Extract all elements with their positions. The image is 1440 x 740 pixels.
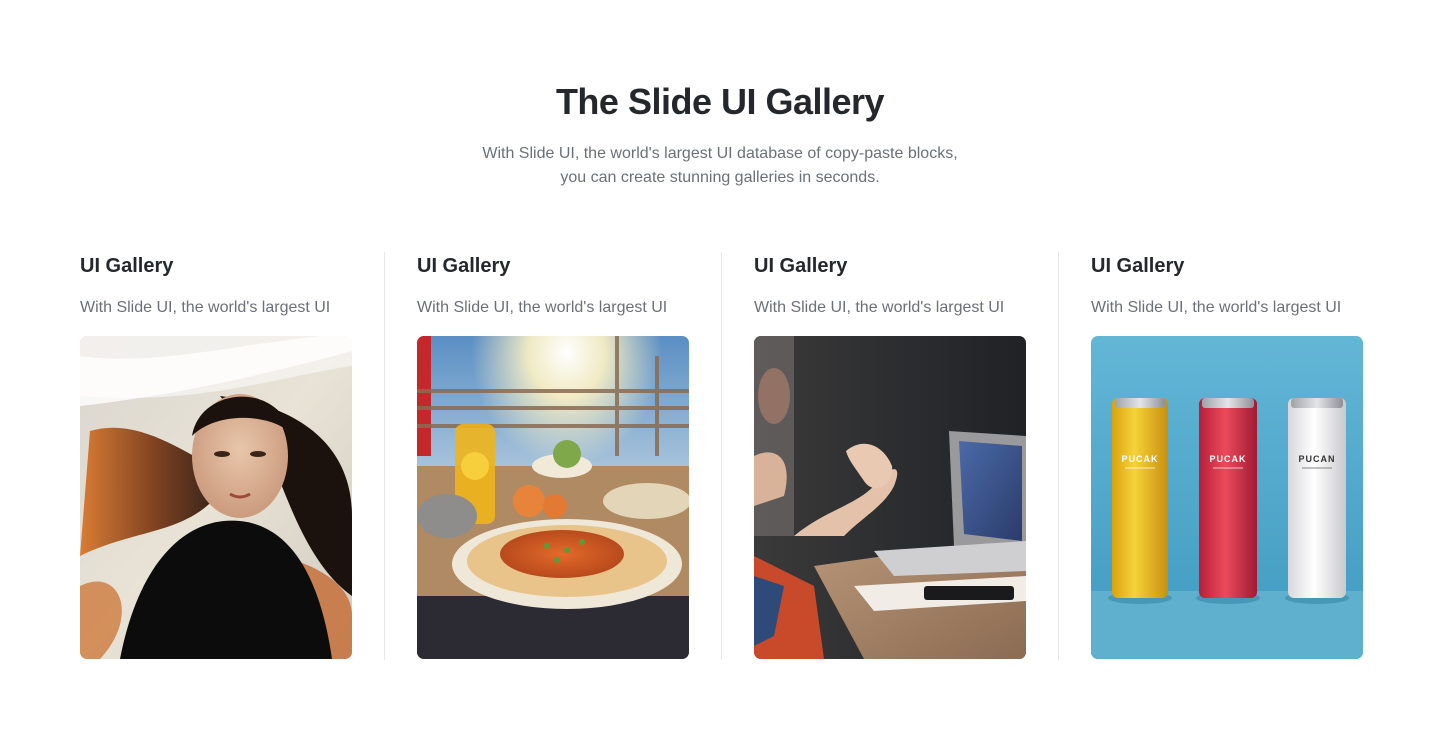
card-description: With Slide UI, the world's largest UI: [754, 299, 1005, 316]
card-description: With Slide UI, the world's largest UI: [80, 299, 331, 316]
card-image-cans[interactable]: PUCAK PUCAK PUCAN: [1091, 336, 1363, 659]
food-image: [417, 336, 689, 659]
page-subtitle: With Slide UI, the world's largest UI da…: [0, 142, 1440, 190]
gallery-card: UI Gallery With Slide UI, the world's la…: [721, 252, 1058, 660]
gallery-header: The Slide UI Gallery With Slide UI, the …: [0, 80, 1440, 190]
card-image-meeting[interactable]: [754, 336, 1026, 659]
card-image-portrait[interactable]: [80, 336, 352, 659]
card-title: UI Gallery: [1091, 255, 1185, 277]
can-label-white: PUCAN: [1298, 454, 1335, 464]
gallery-grid: UI Gallery With Slide UI, the world's la…: [48, 252, 1392, 660]
card-image-food[interactable]: [417, 336, 689, 659]
page-title: The Slide UI Gallery: [555, 81, 885, 122]
can-label-red: PUCAK: [1209, 454, 1246, 464]
subtitle-line-2: you can create stunning galleries in sec…: [560, 169, 880, 186]
card-title: UI Gallery: [80, 255, 174, 277]
card-title: UI Gallery: [417, 255, 511, 277]
gallery-card: UI Gallery With Slide UI, the world's la…: [1058, 252, 1395, 660]
cans-image: PUCAK PUCAK PUCAN: [1091, 336, 1363, 659]
gallery-card: UI Gallery With Slide UI, the world's la…: [384, 252, 721, 660]
card-description: With Slide UI, the world's largest UI: [1091, 299, 1342, 316]
card-description: With Slide UI, the world's largest UI: [417, 299, 668, 316]
subtitle-line-1: With Slide UI, the world's largest UI da…: [482, 145, 958, 162]
meeting-image: [754, 336, 1026, 659]
can-label-yellow: PUCAK: [1121, 454, 1158, 464]
portrait-image: [80, 336, 352, 659]
gallery-card: UI Gallery With Slide UI, the world's la…: [48, 252, 384, 660]
card-title: UI Gallery: [754, 255, 848, 277]
